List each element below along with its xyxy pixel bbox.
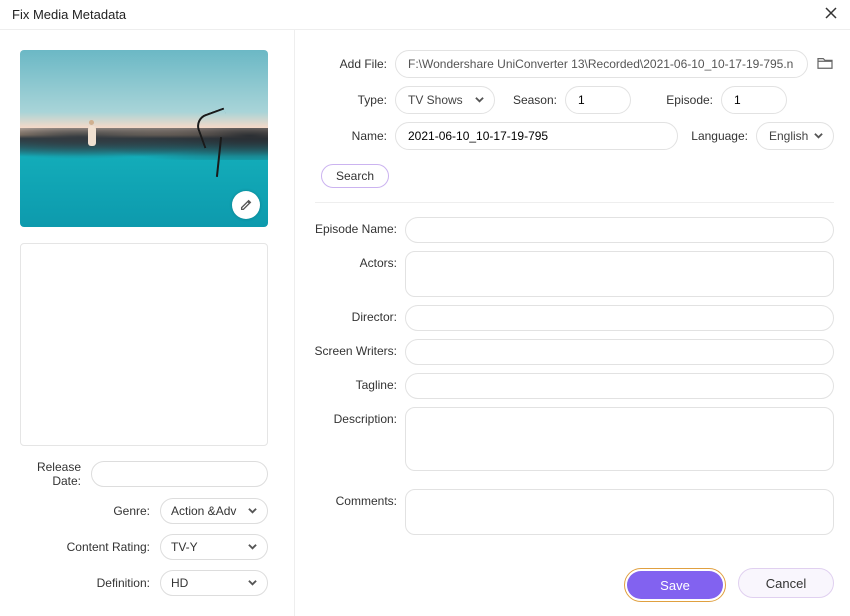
type-label: Type: — [305, 93, 395, 107]
episode-label: Episode: — [631, 93, 721, 107]
browse-folder-button[interactable] — [816, 56, 834, 73]
tagline-label: Tagline: — [305, 373, 405, 399]
genre-value: Action &Adv — [171, 504, 236, 518]
language-label: Language: — [678, 129, 756, 143]
language-value: English — [769, 129, 808, 143]
comments-input[interactable] — [405, 489, 834, 535]
edit-thumbnail-button[interactable] — [232, 191, 260, 219]
episode-name-label: Episode Name: — [305, 217, 405, 243]
name-label: Name: — [305, 129, 395, 143]
chevron-down-icon — [475, 93, 484, 107]
chevron-down-icon — [248, 540, 257, 554]
thumbnail-art — [88, 126, 96, 146]
season-input[interactable] — [565, 86, 631, 114]
definition-value: HD — [171, 576, 188, 590]
chevron-down-icon — [814, 129, 823, 143]
release-date-label: Release Date: — [20, 460, 91, 488]
description-label: Description: — [305, 407, 405, 471]
tagline-input[interactable] — [405, 373, 834, 399]
episode-name-input[interactable] — [405, 217, 834, 243]
content-rating-label: Content Rating: — [20, 540, 160, 554]
save-button[interactable]: Save — [627, 571, 723, 599]
episode-input[interactable] — [721, 86, 787, 114]
file-path-value: F:\Wondershare UniConverter 13\Recorded\… — [408, 57, 793, 71]
edit-icon — [239, 198, 253, 212]
chevron-down-icon — [248, 576, 257, 590]
top-fields: Add File: F:\Wondershare UniConverter 13… — [305, 50, 834, 188]
screen-writers-label: Screen Writers: — [305, 339, 405, 365]
left-column: Release Date: Genre: Action &Adv Content… — [0, 30, 295, 616]
release-date-input[interactable] — [91, 461, 268, 487]
detail-fields: Episode Name: Actors: Director: Screen W… — [305, 217, 834, 543]
screen-writers-input[interactable] — [405, 339, 834, 365]
type-select[interactable]: TV Shows — [395, 86, 495, 114]
file-path-field[interactable]: F:\Wondershare UniConverter 13\Recorded\… — [395, 50, 808, 78]
search-button[interactable]: Search — [321, 164, 389, 188]
genre-label: Genre: — [20, 504, 160, 518]
main-content: Release Date: Genre: Action &Adv Content… — [0, 30, 850, 616]
definition-select[interactable]: HD — [160, 570, 268, 596]
actors-label: Actors: — [305, 251, 405, 297]
divider — [315, 202, 834, 203]
footer-buttons: Save Cancel — [624, 568, 834, 602]
type-value: TV Shows — [408, 93, 463, 107]
add-file-label: Add File: — [305, 57, 395, 71]
actors-input[interactable] — [405, 251, 834, 297]
director-label: Director: — [305, 305, 405, 331]
right-column: Add File: F:\Wondershare UniConverter 13… — [295, 30, 850, 616]
language-select[interactable]: English — [756, 122, 834, 150]
cancel-button[interactable]: Cancel — [738, 568, 834, 598]
window-title: Fix Media Metadata — [12, 7, 126, 22]
chevron-down-icon — [248, 504, 257, 518]
folder-icon — [816, 56, 834, 70]
comments-label: Comments: — [305, 489, 405, 535]
content-rating-select[interactable]: TV-Y — [160, 534, 268, 560]
content-rating-value: TV-Y — [171, 540, 198, 554]
preview-panel — [20, 243, 268, 446]
name-input[interactable] — [395, 122, 678, 150]
description-input[interactable] — [405, 407, 834, 471]
media-thumbnail — [20, 50, 268, 227]
titlebar: Fix Media Metadata — [0, 0, 850, 30]
director-input[interactable] — [405, 305, 834, 331]
close-icon[interactable] — [824, 6, 838, 23]
season-label: Season: — [495, 93, 565, 107]
save-button-highlight: Save — [624, 568, 726, 602]
definition-label: Definition: — [20, 576, 160, 590]
thumbnail-art — [188, 107, 248, 177]
genre-select[interactable]: Action &Adv — [160, 498, 268, 524]
left-fields: Release Date: Genre: Action &Adv Content… — [20, 460, 268, 606]
